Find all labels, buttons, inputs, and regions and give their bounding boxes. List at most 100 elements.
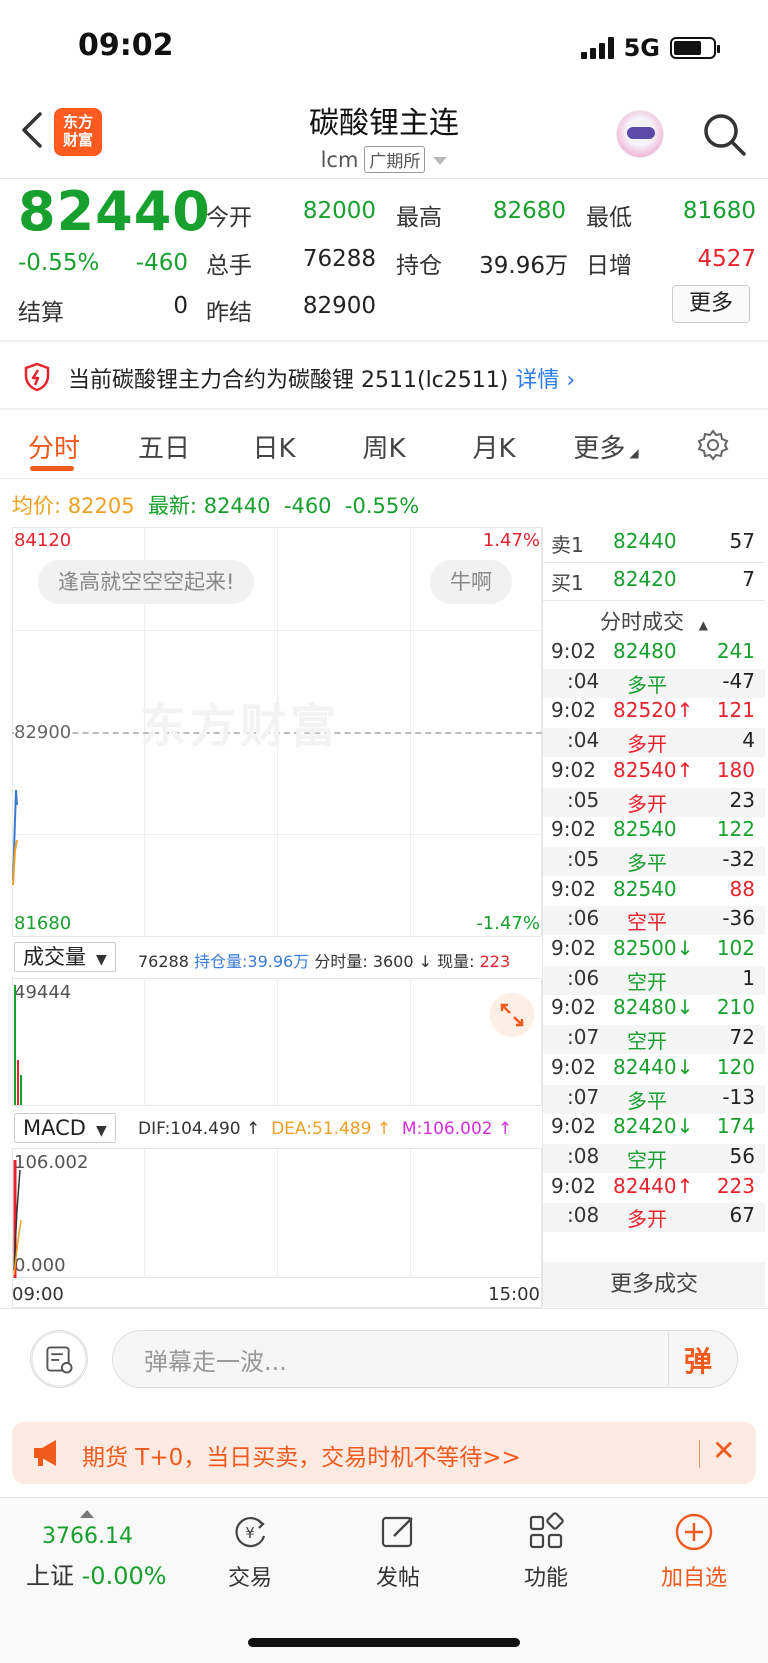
more-quote-button[interactable]: 更多 [672, 285, 750, 323]
volume-bar [17, 1060, 19, 1105]
tick-volume: -47 [722, 668, 755, 693]
danmaku-bubble: 牛啊 [430, 560, 512, 604]
tick-time: :06 [567, 906, 600, 931]
tick-volume: -36 [722, 906, 755, 931]
nav-post-label: 发帖 [375, 1566, 420, 1591]
tick-time: :07 [567, 1025, 600, 1050]
tick-volume: 241 [716, 639, 755, 663]
index-ticker[interactable]: 上证 -0.00% [26, 1556, 167, 1591]
tab-five-day[interactable]: 五日 [134, 428, 194, 465]
search-icon[interactable] [700, 110, 748, 158]
tick-time: :04 [567, 728, 600, 753]
y-axis-top-pct: 1.47% [482, 530, 540, 551]
min-volume-value: 3600 ↓ [372, 952, 433, 971]
settle-label: 结算 [18, 300, 64, 326]
index-value[interactable]: 3766.14 [42, 1524, 133, 1549]
y-axis-bottom-pct: -1.47% [476, 913, 540, 934]
danmaku-bubble: 逢高就空空空起来! [38, 560, 255, 604]
tick-volume: 4 [742, 728, 755, 753]
daily-inc-label: 日增 [586, 253, 632, 279]
volume-indicator-select[interactable]: 成交量 ▼ [14, 942, 116, 972]
open-value: 82000 [302, 198, 376, 224]
tick-row: 9:02 82480↓ 210 [543, 995, 765, 1024]
close-icon[interactable]: ✕ [712, 1434, 735, 1467]
danmaku-placeholder: 弹幕走一波... [144, 1348, 287, 1376]
exchange-tag: 广期所 [364, 146, 426, 173]
tab-intraday[interactable]: 分时 [24, 428, 84, 465]
tick-row: 9:02 82480 241 [543, 639, 765, 668]
tick-volume: -32 [722, 846, 755, 871]
oi-label-small: 持仓量: [194, 952, 248, 971]
tick-time: 9:02 [551, 876, 596, 901]
tick-time: :08 [567, 1203, 600, 1228]
nav-functions[interactable]: 功能 [496, 1512, 596, 1592]
tab-more[interactable]: 更多 ◢ [566, 428, 646, 465]
home-indicator [248, 1638, 520, 1647]
danmaku-settings-icon[interactable] [30, 1330, 88, 1388]
section-divider [0, 1308, 768, 1309]
tab-monthly-k[interactable]: 月K [464, 428, 524, 465]
danmaku-send-button[interactable]: 弹 [684, 1340, 712, 1380]
tabs-divider [0, 478, 768, 479]
input-separator [668, 1332, 669, 1386]
tick-row: :06 空平 -36 [543, 906, 765, 936]
expand-icon[interactable] [490, 993, 534, 1037]
tick-time: 9:02 [551, 817, 596, 842]
tick-type: 多开 [627, 1207, 667, 1232]
tick-row: 9:02 82540↑ 180 [543, 758, 765, 787]
min-volume-label: 分时量: [314, 952, 368, 971]
tab-active-indicator [30, 466, 74, 471]
watermark: 东方财富 [140, 699, 340, 753]
sell-1-row: 卖1 82440 57 [543, 529, 765, 560]
index-change: -0.00% [81, 1562, 167, 1590]
more-ticks-button[interactable]: 更多成交 [543, 1262, 765, 1307]
sell-1-qty: 57 [729, 529, 755, 553]
nav-add-watchlist[interactable]: 加自选 [644, 1512, 744, 1592]
prev-settle-label: 昨结 [206, 300, 252, 326]
ticks-title-text: 分时成交 [600, 610, 685, 634]
tick-row: :06 空开 1 [543, 965, 765, 995]
chevron-down-icon [433, 157, 448, 165]
tick-time: :08 [567, 1143, 600, 1168]
sell-1-price: 82440 [613, 529, 677, 553]
macd-indicator-select[interactable]: MACD ▼ [14, 1113, 116, 1143]
tick-type: 多平 [627, 1088, 667, 1113]
tick-time: :05 [567, 787, 600, 812]
tick-time: 9:02 [551, 1173, 596, 1198]
grid-line [144, 978, 145, 1106]
tick-volume: 120 [716, 1054, 755, 1079]
macd-lines [13, 1160, 22, 1278]
nav-post[interactable]: 发帖 [348, 1512, 448, 1592]
price-line [12, 789, 18, 886]
grid-line [410, 978, 411, 1106]
tick-type: 多平 [627, 672, 667, 697]
tick-panel[interactable]: 卖1 82440 57 买1 82420 7 分时成交 ▲ 9:02 82480 2… [543, 527, 768, 1307]
tick-volume: 23 [729, 787, 755, 812]
grid-line [277, 1148, 278, 1278]
caret-up-icon: ▲ [698, 618, 708, 632]
tick-row: 9:02 82500↓ 102 [543, 936, 765, 965]
tick-time: :05 [567, 846, 600, 871]
low-label: 最低 [586, 205, 632, 231]
macd-dea: DEA:51.489 ↑ [271, 1119, 392, 1139]
quote-divider [0, 340, 768, 342]
tick-type: 空开 [627, 1029, 667, 1054]
notice-detail-link[interactable]: 详情 › [515, 368, 575, 393]
tick-row: 9:02 82420↓ 174 [543, 1114, 765, 1143]
tick-type: 多平 [627, 850, 667, 875]
tab-daily-k[interactable]: 日K [244, 428, 304, 465]
macd-selector-label: MACD [23, 1116, 86, 1140]
edit-icon [381, 1516, 413, 1548]
buy-1-row: 买1 82420 7 [543, 567, 765, 598]
assistant-robot-icon[interactable] [616, 110, 664, 158]
tick-volume: 122 [716, 817, 755, 842]
nav-trade[interactable]: ¥ 交易 [200, 1512, 300, 1592]
sell-1-label: 卖1 [551, 533, 584, 557]
tab-weekly-k[interactable]: 周K [354, 428, 414, 465]
tick-price: 82540 [613, 876, 677, 901]
volume-stats: 76288 持仓量:39.96万 分时量: 3600 ↓ 现量: 223 [138, 948, 510, 972]
open-label: 今开 [206, 205, 252, 231]
volume-value: 76288 [302, 246, 376, 272]
gear-icon[interactable] [696, 428, 730, 462]
tick-type: 多开 [627, 732, 667, 757]
